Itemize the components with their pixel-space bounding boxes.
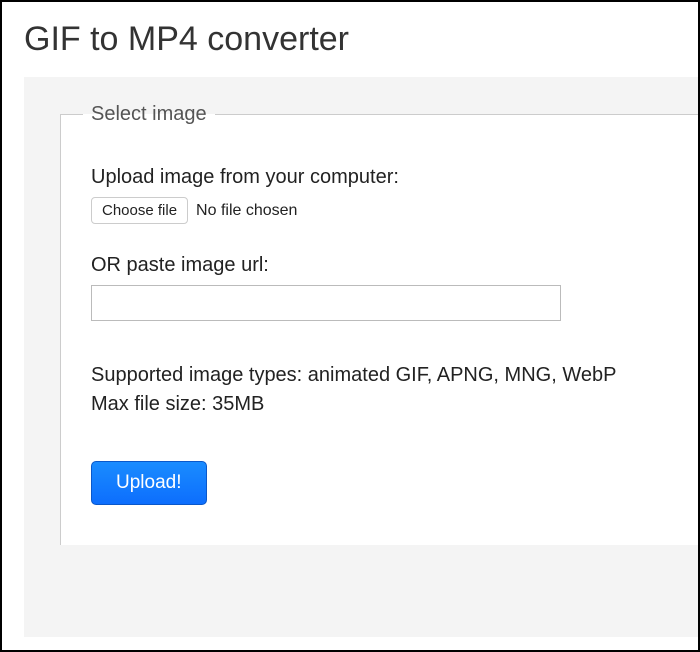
page-title: GIF to MP4 converter bbox=[2, 2, 698, 77]
upload-button[interactable]: Upload! bbox=[91, 461, 207, 505]
file-chosen-status: No file chosen bbox=[196, 202, 297, 220]
image-url-input[interactable] bbox=[91, 285, 561, 321]
upload-from-computer-label: Upload image from your computer: bbox=[91, 166, 698, 189]
choose-file-button[interactable]: Choose file bbox=[91, 197, 188, 224]
supported-types-text: Supported image types: animated GIF, APN… bbox=[91, 361, 698, 390]
fieldset-legend: Select image bbox=[83, 103, 215, 126]
file-input-row: Choose file No file chosen bbox=[91, 197, 698, 224]
converter-panel: Select image Upload image from your comp… bbox=[24, 77, 698, 637]
paste-url-label: OR paste image url: bbox=[91, 254, 698, 277]
max-file-size-text: Max file size: 35MB bbox=[91, 390, 698, 419]
select-image-fieldset: Select image Upload image from your comp… bbox=[60, 103, 698, 545]
